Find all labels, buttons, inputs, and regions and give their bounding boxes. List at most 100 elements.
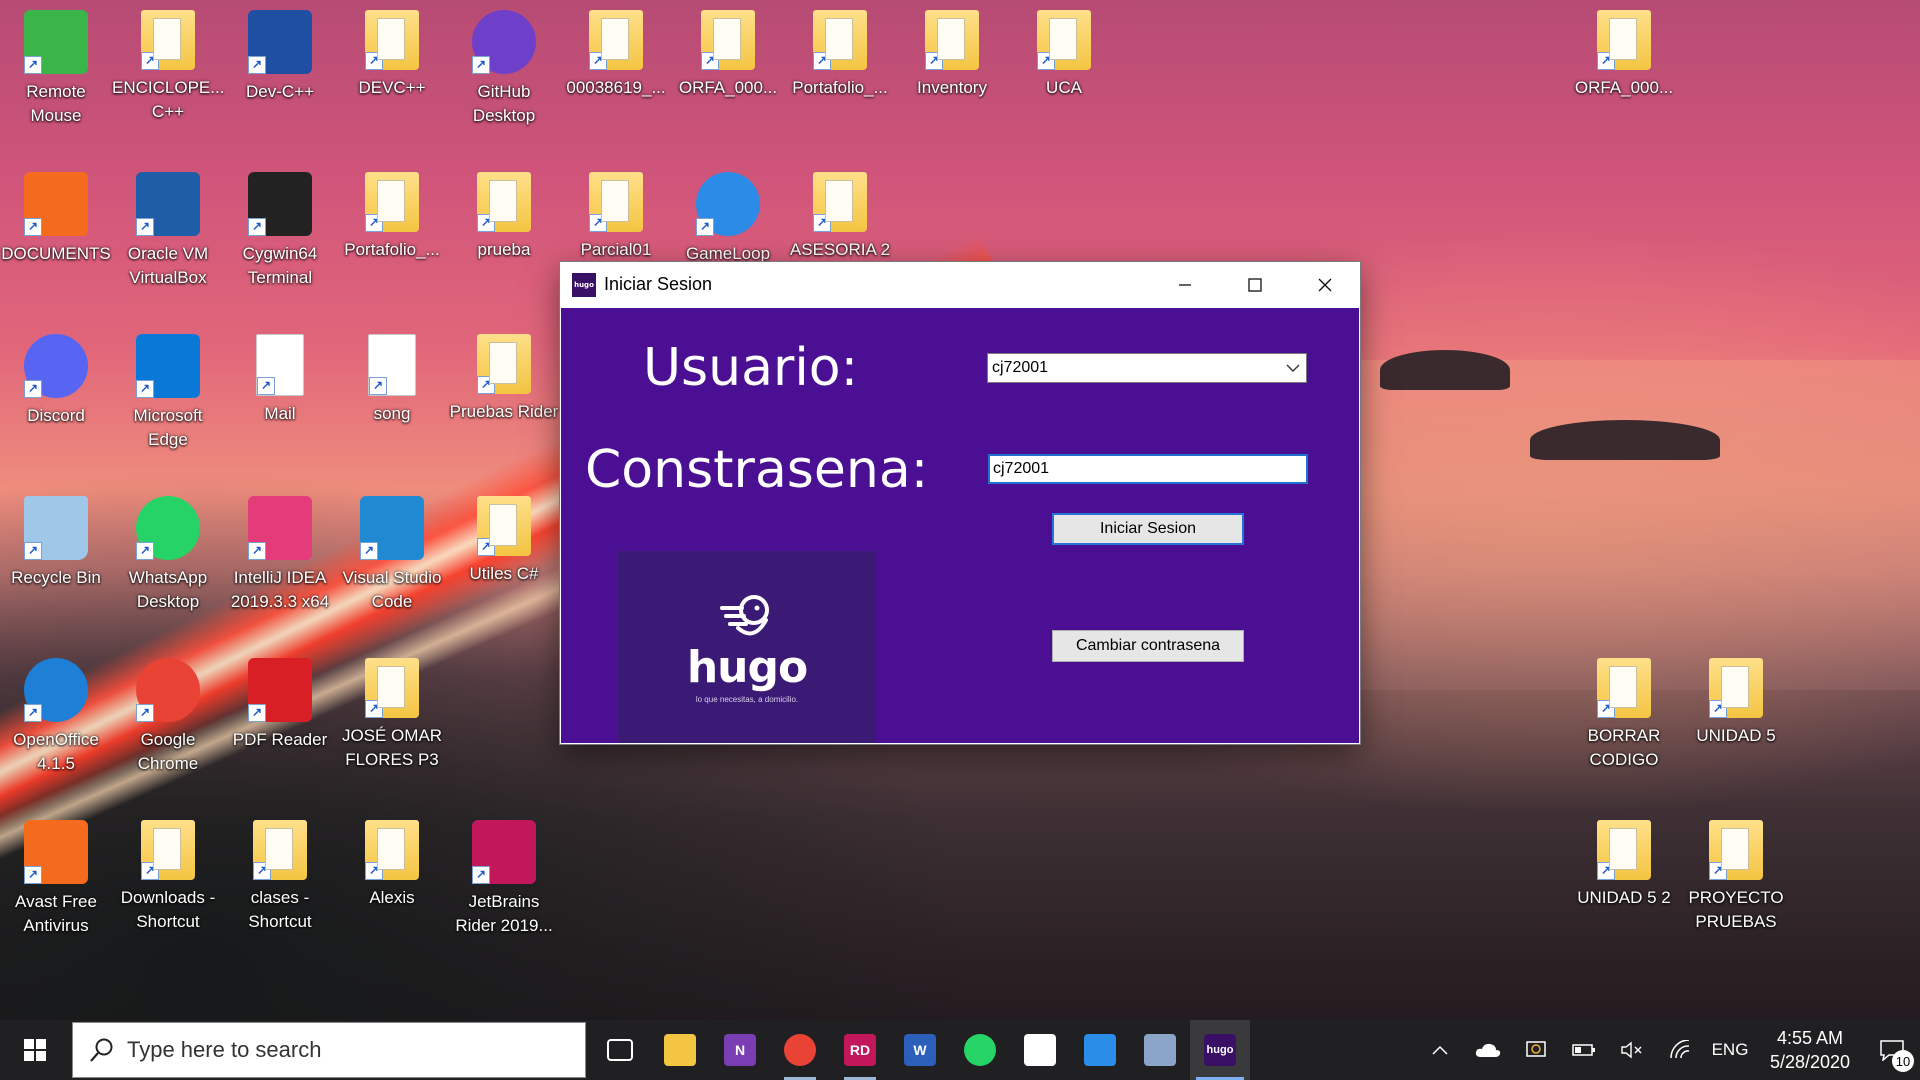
desktop-icon[interactable]: ↗ Pruebas Rider [448,328,560,424]
desktop-icon[interactable]: ↗ ORFA_000... [672,4,784,100]
desktop-icon[interactable]: ↗ song [336,328,448,426]
minimize-button[interactable] [1150,262,1220,307]
desktop-icon-label: song [373,404,411,423]
taskbar-app-hugo[interactable]: hugo [1190,1020,1250,1080]
desktop-icon[interactable]: ↗ Cygwin64 Terminal [224,166,336,290]
desktop-icon-label: prueba [477,240,531,259]
show-hidden-icons-button[interactable] [1416,1020,1464,1080]
desktop-icon[interactable]: ↗ 00038619_... [560,4,672,100]
desktop-icon[interactable]: ↗ PDF Reader [224,652,336,752]
search-placeholder: Type here to search [127,1037,322,1062]
desktop-icon[interactable]: ↗ Alexis [336,814,448,910]
desktop-icon[interactable]: ↗ ORFA_000... [1568,4,1680,100]
taskbar-app-file-explorer[interactable] [650,1020,710,1080]
hugo-app-icon: hugo [1204,1034,1236,1066]
shortcut-arrow-icon: ↗ [248,704,266,722]
action-center-button[interactable]: 10 [1864,1020,1920,1080]
taskbar-search-box[interactable]: Type here to search [72,1022,586,1078]
onedrive-icon[interactable] [1464,1020,1512,1080]
volume-muted-icon[interactable] [1608,1020,1656,1080]
taskbar-app-rider[interactable]: RD [830,1020,890,1080]
desktop-icon[interactable]: ↗ Portafolio_... [336,166,448,262]
clock[interactable]: 4:55 AM 5/28/2020 [1756,1026,1864,1074]
onenote-icon: N [724,1034,756,1066]
folder-icon: ↗ [813,172,867,232]
taskbar-app-chrome[interactable] [770,1020,830,1080]
desktop-icon[interactable]: ↗ Oracle VM VirtualBox [112,166,224,290]
shortcut-arrow-icon: ↗ [589,52,607,70]
desktop-icon[interactable]: ↗ Discord [0,328,112,428]
close-button[interactable] [1290,262,1360,307]
shortcut-arrow-icon: ↗ [248,218,266,236]
desktop-icon-label: ENCICLOPE... C++ [112,78,225,121]
desktop-icon[interactable]: ↗ Recycle Bin [0,490,112,590]
language-indicator[interactable]: ENG [1704,1040,1756,1060]
desktop-icon[interactable]: ↗ GameLoop [672,166,784,266]
taskbar-app-whatsapp[interactable] [950,1020,1010,1080]
maximize-button[interactable] [1220,262,1290,307]
shortcut-arrow-icon: ↗ [248,542,266,560]
taskbar-app-postgres[interactable] [1130,1020,1190,1080]
desktop-icon[interactable]: ↗ Google Chrome [112,652,224,776]
taskbar-app-onenote[interactable]: N [710,1020,770,1080]
desktop-icon[interactable]: ↗ Utiles C# [448,490,560,586]
desktop-icon-label: ORFA_000... [678,78,778,97]
window-titlebar[interactable]: hugo Iniciar Sesion [560,262,1360,307]
taskbar-app-text: N [734,1042,746,1058]
desktop-icon-label: Discord [27,406,85,425]
taskbar-app-task-view[interactable] [590,1020,650,1080]
desktop-icon[interactable]: ↗ Microsoft Edge [112,328,224,452]
edge-icon: ↗ [136,334,200,398]
desktop-icon[interactable]: ↗ Inventory [896,4,1008,100]
start-button[interactable] [0,1020,70,1080]
desktop-icon[interactable]: ↗ Downloads - Shortcut [112,814,224,934]
desktop-icon[interactable]: ↗ JOSÉ OMAR FLORES P3 [336,652,448,772]
desktop-icon[interactable]: ↗ Avast Free Antivirus [0,814,112,938]
word-icon: W [904,1034,936,1066]
change-password-button[interactable]: Cambiar contrasena [1052,630,1244,662]
desktop-icon[interactable]: ↗ BORRAR CODIGO [1568,652,1680,772]
desktop-icon[interactable]: ↗ Portafolio_... [784,4,896,100]
desktop-icon[interactable]: ↗ DOCUMENTS [0,166,112,266]
dropdown-button[interactable] [1280,354,1306,382]
battery-icon[interactable] [1560,1020,1608,1080]
desktop-icon[interactable]: ↗ Remote Mouse [0,4,112,128]
intellij-icon: ↗ [248,496,312,560]
desktop-icon[interactable]: ↗ Dev-C++ [224,4,336,104]
desktop-icon[interactable]: ↗ DEVC++ [336,4,448,100]
desktop-icon[interactable]: ↗ JetBrains Rider 2019... [448,814,560,938]
folder-icon: ↗ [477,172,531,232]
shortcut-arrow-icon: ↗ [1709,700,1727,718]
taskbar-app-mail[interactable] [1070,1020,1130,1080]
desktop-icon[interactable]: ↗ Visual Studio Code [336,490,448,614]
taskbar-app-slack[interactable] [1010,1020,1070,1080]
desktop-icon[interactable]: ↗ PROYECTO PRUEBAS [1680,814,1792,934]
gameloop-icon: ↗ [696,172,760,236]
battery-shape-icon [1572,1044,1595,1056]
desktop-icon[interactable]: ↗ IntelliJ IDEA 2019.3.3 x64 [224,490,336,614]
shortcut-arrow-icon: ↗ [24,56,42,74]
desktop-icon[interactable]: ↗ clases - Shortcut [224,814,336,934]
desktop-icon[interactable]: ↗ Mail [224,328,336,426]
desktop-icon[interactable]: ↗ UNIDAD 5 [1680,652,1792,748]
password-field[interactable] [988,454,1308,484]
desktop-icon[interactable]: ↗ WhatsApp Desktop [112,490,224,614]
sync-icon[interactable] [1512,1020,1560,1080]
desktop-icon[interactable]: ↗ ENCICLOPE... C++ [112,4,224,124]
desktop-icon[interactable]: ↗ UCA [1008,4,1120,100]
desktop-icon[interactable]: ↗ OpenOffice 4.1.5 [0,652,112,776]
desktop-icon[interactable]: ↗ UNIDAD 5 2 [1568,814,1680,910]
desktop-icon[interactable]: ↗ ASESORIA 2 [784,166,896,262]
taskbar-app-word[interactable]: W [890,1020,950,1080]
desktop-icon[interactable]: ↗ Parcial01 [560,166,672,262]
desktop-icon[interactable]: ↗ prueba [448,166,560,262]
folder-icon: ↗ [253,820,307,880]
shortcut-arrow-icon: ↗ [136,218,154,236]
login-button[interactable]: Iniciar Sesion [1052,513,1244,545]
cloud-icon [1475,1043,1501,1057]
usuario-combobox[interactable]: cj72001 [987,353,1307,383]
shortcut-arrow-icon: ↗ [589,214,607,232]
desktop-icon-label: Dev-C++ [245,82,315,101]
wifi-icon[interactable] [1656,1020,1704,1080]
desktop-icon[interactable]: ↗ GitHub Desktop [448,4,560,128]
